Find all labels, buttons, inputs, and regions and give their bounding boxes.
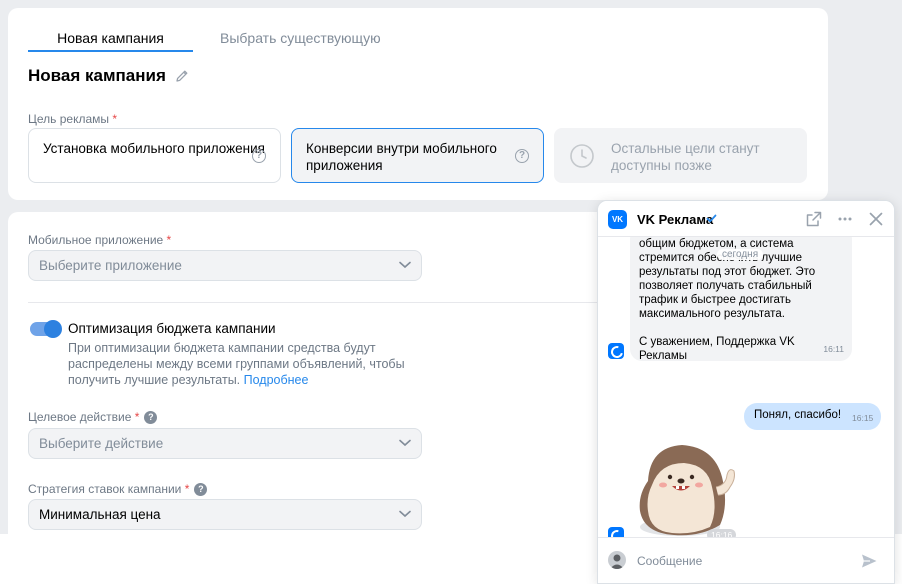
support-chat-window: VK VK Реклама общим бюджетом, а система … bbox=[597, 200, 895, 584]
chat-name: VK Реклама bbox=[637, 212, 714, 227]
bid-strategy-select[interactable]: Минимальная цена bbox=[28, 499, 422, 530]
user-avatar bbox=[608, 551, 626, 569]
more-link[interactable]: Подробнее bbox=[244, 373, 309, 387]
mobile-app-label: Мобильное приложение * bbox=[28, 233, 172, 247]
goal-label: Цель рекламы * bbox=[28, 112, 118, 126]
budget-optimization-desc: При оптимизации бюджета кампании средств… bbox=[68, 341, 405, 387]
campaign-tabs: Новая кампания Выбрать существующую bbox=[28, 22, 381, 52]
vk-logo-icon: VK bbox=[608, 210, 627, 229]
campaign-type-card: Новая кампания Выбрать существующую Нова… bbox=[8, 8, 828, 200]
toggle-knob bbox=[44, 320, 62, 338]
target-action-select[interactable]: Выберите действие bbox=[28, 428, 422, 459]
goal-install-app[interactable]: Установка мобильного приложения ? bbox=[28, 128, 281, 183]
tab-new-campaign[interactable]: Новая кампания bbox=[28, 22, 193, 52]
more-icon[interactable] bbox=[836, 210, 854, 228]
clock-icon bbox=[570, 144, 594, 168]
chevron-down-icon bbox=[399, 439, 411, 447]
tab-choose-existing[interactable]: Выбрать существующую bbox=[220, 22, 381, 52]
date-chip: сегодня bbox=[717, 249, 764, 260]
bot-avatar-icon bbox=[608, 343, 624, 359]
chevron-down-icon bbox=[399, 510, 411, 518]
outgoing-time: 16:15 bbox=[852, 413, 874, 423]
message-input[interactable]: Сообщение bbox=[637, 554, 702, 568]
goal-in-app-conversions[interactable]: Конверсии внутри мобильного приложения ? bbox=[291, 128, 544, 183]
verified-icon bbox=[706, 214, 717, 223]
send-icon[interactable] bbox=[860, 552, 878, 570]
bid-strategy-label: Стратегия ставок кампании *? bbox=[28, 482, 208, 496]
target-action-placeholder: Выберите действие bbox=[39, 436, 164, 451]
goal-install-label: Установка мобильного приложения bbox=[43, 141, 265, 156]
goal-other-disabled: Остальные цели станут доступны позже bbox=[554, 128, 807, 183]
goal-conversions-label: Конверсии внутри мобильного приложения bbox=[306, 141, 497, 173]
external-link-icon[interactable] bbox=[805, 210, 823, 228]
campaign-title: Новая кампания bbox=[28, 66, 166, 85]
incoming-message: общим бюджетом, а система стремится обес… bbox=[630, 227, 852, 361]
help-icon[interactable]: ? bbox=[194, 482, 208, 496]
pencil-icon[interactable] bbox=[174, 68, 190, 84]
mobile-app-select[interactable]: Выберите приложение bbox=[28, 250, 422, 281]
bid-strategy-value: Минимальная цена bbox=[39, 507, 161, 522]
help-icon[interactable]: ? bbox=[515, 149, 529, 163]
goal-other-label: Остальные цели станут доступны позже bbox=[611, 141, 760, 173]
chat-messages[interactable]: общим бюджетом, а система стремится обес… bbox=[598, 227, 894, 543]
page-title: Новая кампания bbox=[28, 66, 190, 86]
incoming-time: 16:11 bbox=[823, 344, 844, 354]
help-icon[interactable]: ? bbox=[144, 410, 158, 424]
close-icon[interactable] bbox=[867, 210, 885, 228]
mobile-app-placeholder: Выберите приложение bbox=[39, 258, 182, 273]
budget-optimization-title: Оптимизация бюджета кампании bbox=[68, 321, 276, 336]
chevron-down-icon bbox=[399, 261, 411, 269]
target-action-label: Целевое действие *? bbox=[28, 410, 158, 424]
outgoing-message-text: Понял, спасибо! bbox=[754, 409, 842, 421]
outgoing-message: Понял, спасибо! 16:15 bbox=[744, 403, 881, 430]
budget-optimization-toggle[interactable] bbox=[30, 320, 62, 338]
hedgehog-sticker-icon bbox=[639, 445, 735, 536]
chat-header: VK VK Реклама bbox=[598, 201, 894, 237]
help-icon[interactable]: ? bbox=[252, 149, 266, 163]
message-input-bar: Сообщение bbox=[598, 537, 894, 583]
